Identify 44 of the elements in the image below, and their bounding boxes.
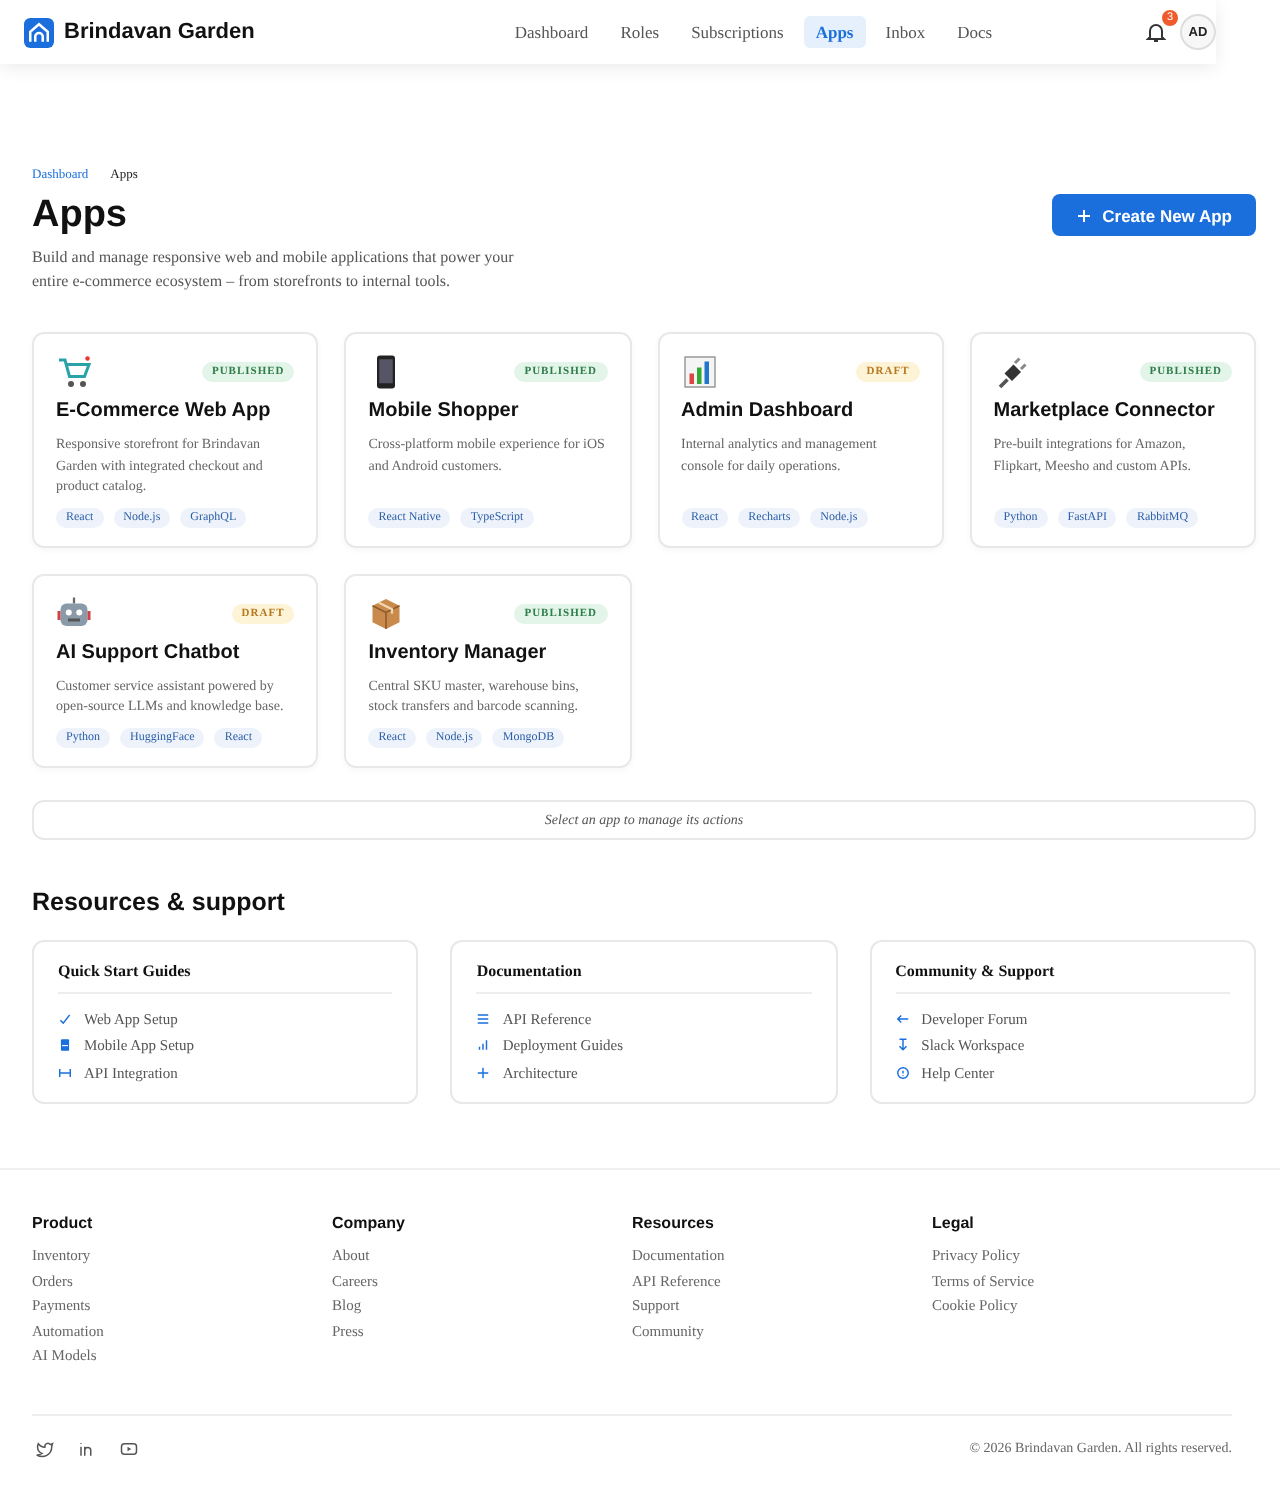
app-name: E-Commerce Web App bbox=[56, 400, 273, 422]
app-name: Admin Dashboard bbox=[681, 400, 856, 422]
app-name: AI Support Chatbot bbox=[56, 641, 242, 663]
footer-heading: Product bbox=[32, 1214, 95, 1232]
page-title: Apps bbox=[32, 194, 129, 238]
cart-icon bbox=[56, 354, 92, 390]
app-name: Mobile Shopper bbox=[368, 400, 521, 422]
brand-name: Brindavan Garden bbox=[64, 20, 255, 44]
nav-tab[interactable]: Docs bbox=[945, 16, 1005, 48]
house-logo-icon bbox=[24, 17, 54, 47]
check-icon bbox=[58, 1011, 72, 1026]
nav-tab[interactable]: Apps bbox=[803, 16, 866, 48]
linkedin-icon bbox=[78, 1439, 96, 1457]
bird-icon bbox=[36, 1439, 54, 1457]
plug-icon bbox=[993, 354, 1030, 390]
nav-tab[interactable]: Dashboard bbox=[502, 16, 601, 48]
nav-tab[interactable]: Inbox bbox=[873, 16, 938, 48]
arrow-left-icon bbox=[895, 1011, 910, 1026]
mobile-icon bbox=[58, 1038, 72, 1053]
resource-card-title: Quick Start Guides bbox=[58, 961, 393, 993]
connector-icon bbox=[58, 1065, 72, 1080]
plus-icon bbox=[1076, 207, 1093, 223]
nav-tab[interactable]: Subscriptions bbox=[679, 16, 796, 48]
bell-icon bbox=[1144, 20, 1168, 44]
footer-heading: Resources bbox=[632, 1214, 716, 1232]
plus-icon bbox=[476, 1065, 491, 1080]
app-name: Inventory Manager bbox=[368, 641, 549, 663]
list-icon bbox=[476, 1011, 491, 1026]
package-icon bbox=[368, 595, 405, 631]
resource-card-title: Community & Support bbox=[895, 961, 1230, 993]
robot-icon bbox=[56, 595, 92, 631]
footer-heading: Legal bbox=[932, 1214, 976, 1232]
bar-chart-icon bbox=[681, 354, 717, 390]
help-circle-icon bbox=[895, 1065, 910, 1080]
section-title: Resources & support bbox=[32, 887, 287, 915]
resource-card-title: Documentation bbox=[476, 961, 812, 993]
footer-heading: Company bbox=[332, 1214, 407, 1232]
create-app-button[interactable]: Create New App bbox=[1052, 194, 1256, 236]
app-name: Marketplace Connector bbox=[993, 400, 1217, 422]
nav-tab[interactable]: Roles bbox=[608, 16, 672, 48]
page-description: Build and manage responsive web and mobile applications that power your entire e-commerce ecosystem – from storefronts to internal tools. bbox=[32, 246, 516, 294]
video-play-icon bbox=[120, 1439, 138, 1457]
arrow-down-icon bbox=[895, 1038, 910, 1053]
bar-chart-icon bbox=[476, 1038, 491, 1053]
